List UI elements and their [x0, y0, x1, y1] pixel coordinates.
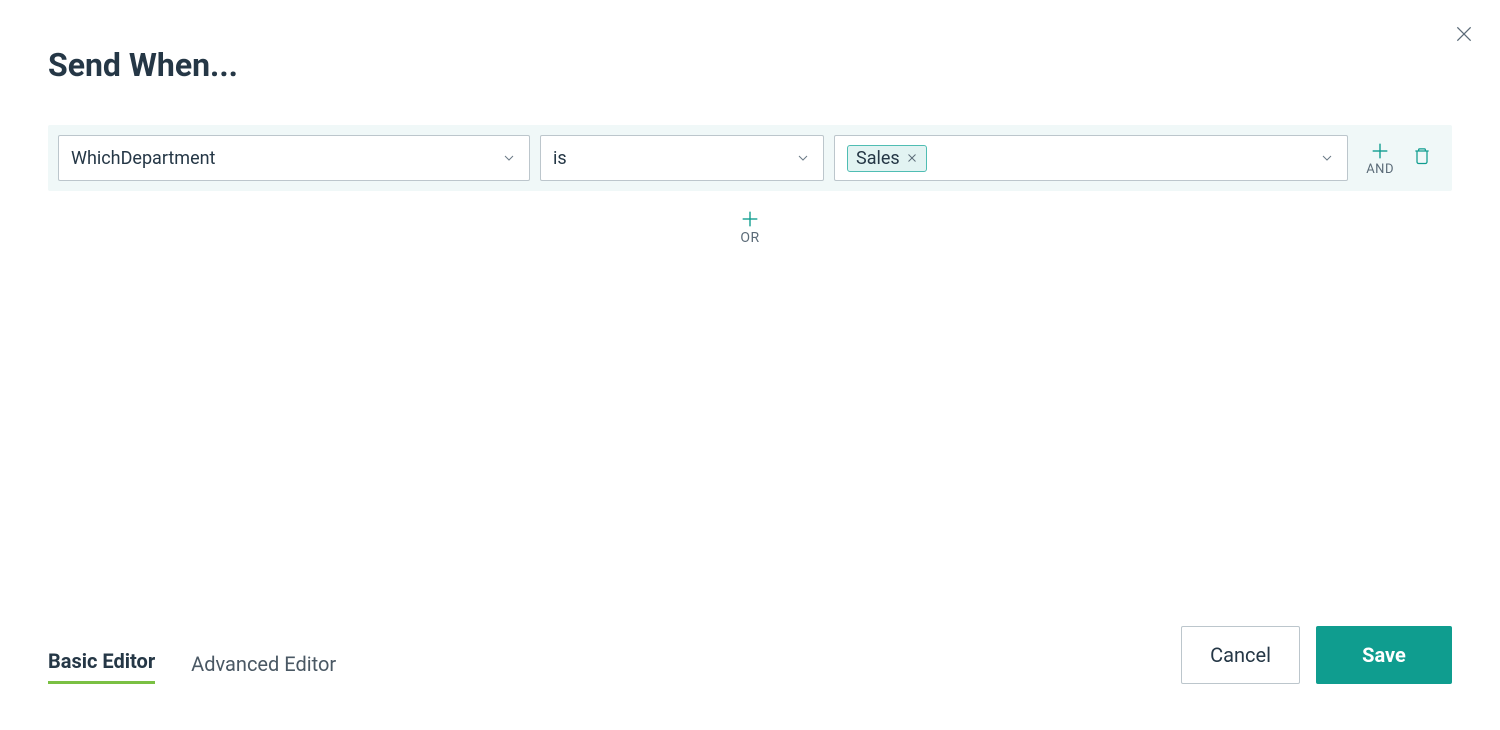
- value-select[interactable]: Sales: [834, 135, 1348, 181]
- plus-icon: [1369, 140, 1391, 162]
- condition-row: WhichDepartment is Sales: [48, 125, 1452, 191]
- add-and-condition-button[interactable]: AND: [1358, 140, 1402, 177]
- operator-select[interactable]: is: [540, 135, 824, 181]
- tab-advanced-editor[interactable]: Advanced Editor: [191, 652, 336, 684]
- chevron-down-icon: [1319, 150, 1335, 166]
- send-when-modal: Send When... WhichDepartment is Sales: [0, 0, 1500, 730]
- tab-basic-editor[interactable]: Basic Editor: [48, 649, 155, 684]
- or-label: OR: [740, 230, 759, 246]
- value-chip-label: Sales: [856, 148, 900, 169]
- save-button[interactable]: Save: [1316, 626, 1452, 684]
- operator-select-value: is: [553, 148, 567, 169]
- field-select-value: WhichDepartment: [71, 148, 215, 169]
- chevron-down-icon: [795, 150, 811, 166]
- value-chip: Sales: [847, 145, 927, 172]
- add-or-condition-button[interactable]: OR: [48, 208, 1452, 246]
- editor-tabs: Basic Editor Advanced Editor: [48, 649, 336, 684]
- close-button[interactable]: [1452, 24, 1476, 48]
- chevron-down-icon: [501, 150, 517, 166]
- close-icon: [1454, 24, 1474, 48]
- plus-icon: [739, 208, 761, 230]
- chip-remove-button[interactable]: [906, 152, 918, 164]
- modal-footer: Basic Editor Advanced Editor Cancel Save: [48, 626, 1452, 684]
- footer-actions: Cancel Save: [1181, 626, 1452, 684]
- modal-title: Send When...: [48, 46, 238, 84]
- delete-condition-button[interactable]: [1412, 145, 1432, 171]
- and-label: AND: [1366, 162, 1394, 177]
- trash-icon: [1412, 145, 1432, 171]
- cancel-button[interactable]: Cancel: [1181, 626, 1300, 684]
- field-select[interactable]: WhichDepartment: [58, 135, 530, 181]
